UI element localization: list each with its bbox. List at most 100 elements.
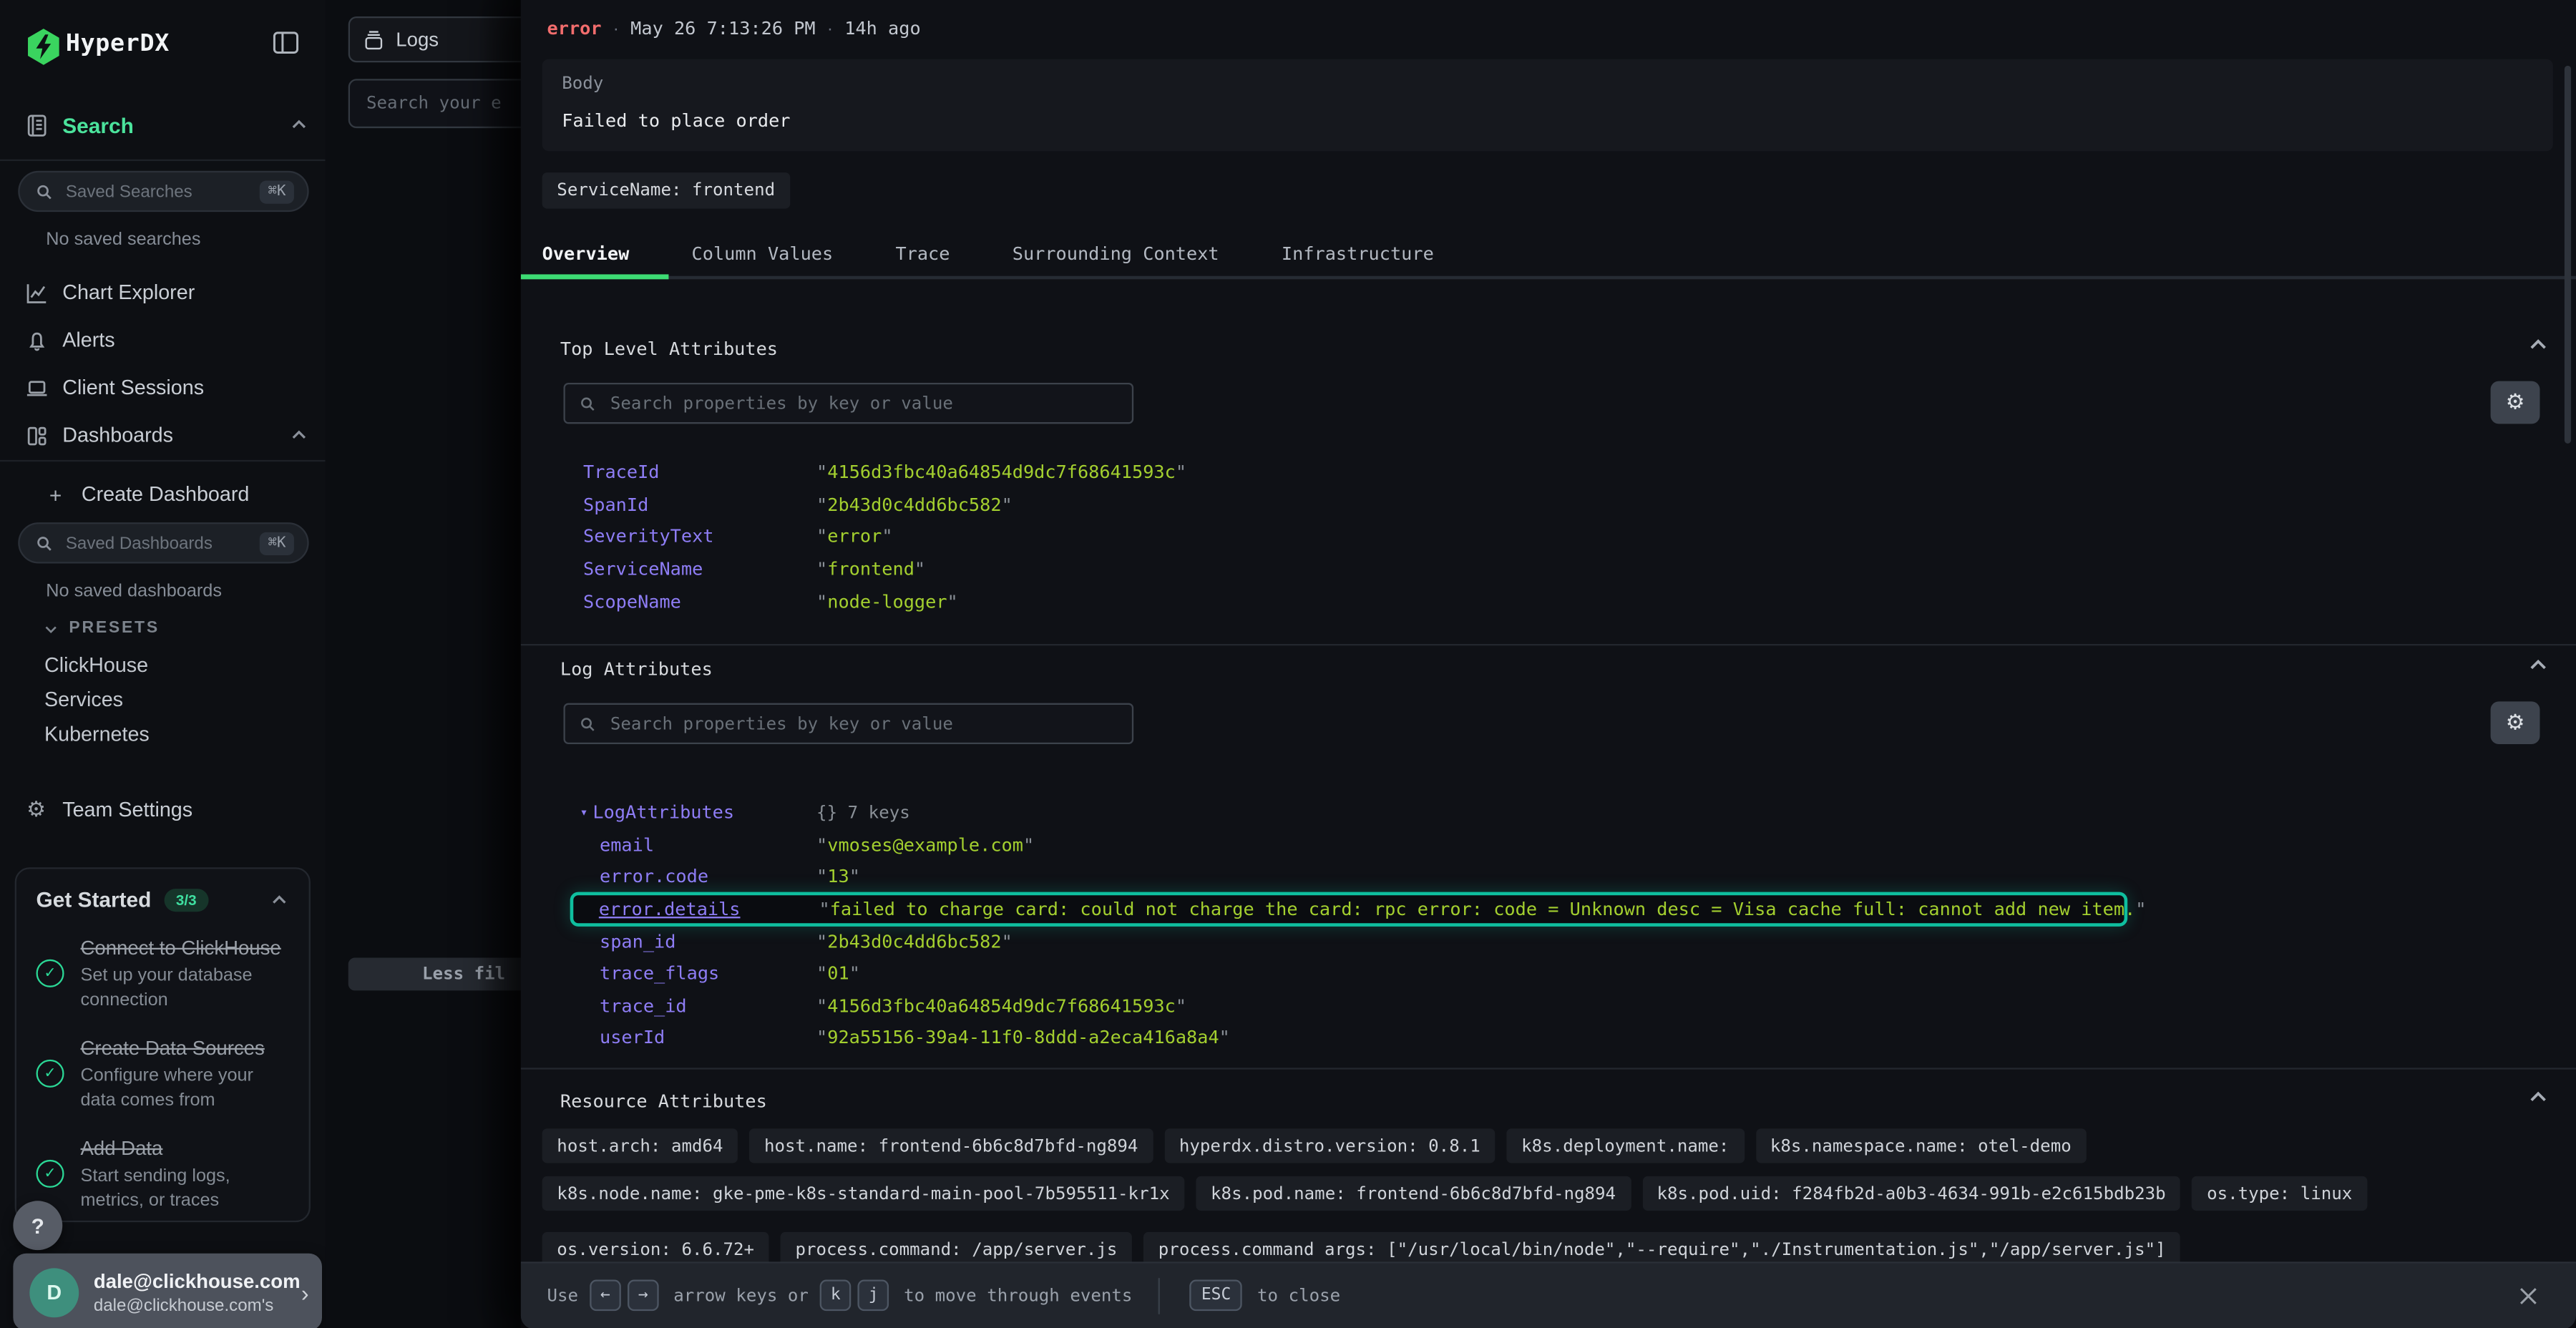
attr-row[interactable]: SpanId2b43d0c4dd6bc582	[583, 489, 1186, 521]
top-level-property-search[interactable]	[563, 383, 1133, 424]
sidebar-item-search[interactable]: Search	[16, 105, 309, 145]
get-started-title: Get Started	[36, 887, 152, 912]
tab-overview[interactable]: Overview	[542, 243, 630, 264]
attr-row[interactable]: trace_flags01	[567, 957, 2127, 990]
attr-row[interactable]: SeverityTexterror	[583, 521, 1186, 553]
tab-column-values[interactable]: Column Values	[692, 243, 834, 264]
event-search-box[interactable]	[348, 79, 521, 128]
brand-name[interactable]: HyperDX	[66, 31, 170, 58]
gear-icon[interactable]: ⚙	[2491, 381, 2540, 424]
divider	[0, 160, 326, 161]
get-started-progress-badge: 3/3	[165, 888, 208, 911]
tab-trace[interactable]: Trace	[895, 243, 950, 264]
close-icon[interactable]	[2517, 1284, 2540, 1307]
collapse-section-icon[interactable]	[2527, 1086, 2553, 1113]
gear-icon: ⚙	[16, 797, 56, 824]
preset-clickhouse[interactable]: ClickHouse	[44, 654, 148, 677]
create-dashboard-button[interactable]: + Create Dashboard	[49, 475, 250, 514]
saved-searches-search[interactable]: ⌘K	[18, 171, 308, 212]
sidebar-collapse-icon[interactable]	[271, 28, 304, 61]
divider	[521, 1068, 2576, 1069]
attr-row[interactable]: ServiceNamefrontend	[583, 553, 1186, 585]
no-saved-searches-note: No saved searches	[46, 230, 200, 250]
step-title: Connect to ClickHouse	[80, 937, 280, 960]
saved-searches-input[interactable]	[62, 180, 260, 202]
step-title: Create Data Sources	[80, 1037, 264, 1060]
resource-chip-row: k8s.node.name: gke-pme-k8s-standard-main…	[542, 1176, 2367, 1211]
sidebar-item-label: Chart Explorer	[62, 281, 195, 304]
less-filters-button[interactable]: Less fil	[348, 958, 521, 991]
sidebar-item-label: Alerts	[62, 328, 114, 351]
get-started-step[interactable]: ✓ Add Data Start sending logs, metrics, …	[36, 1133, 290, 1212]
resource-chip[interactable]: k8s.node.name: gke-pme-k8s-standard-main…	[542, 1176, 1185, 1211]
top-level-search-input[interactable]	[607, 392, 1117, 415]
attr-row[interactable]: TraceId4156d3fbc40a64854d9dc7f68641593c	[583, 456, 1186, 489]
get-started-step[interactable]: ✓ Create Data Sources Configure where yo…	[36, 1033, 290, 1112]
hyperdx-logo-icon[interactable]	[26, 28, 61, 66]
no-saved-dashboards-note: No saved dashboards	[46, 582, 222, 602]
saved-dashboards-search[interactable]: ⌘K	[18, 522, 308, 563]
user-menu[interactable]: D dale@clickhouse.com dale@clickhouse.co…	[13, 1254, 322, 1328]
resource-chip[interactable]: host.arch: amd64	[542, 1128, 738, 1163]
key-k: k	[820, 1280, 852, 1312]
tab-surrounding-context[interactable]: Surrounding Context	[1013, 243, 1219, 264]
preset-kubernetes[interactable]: Kubernetes	[44, 723, 150, 746]
check-circle-icon: ✓	[36, 1059, 64, 1087]
attr-row[interactable]: span_id2b43d0c4dd6bc582	[567, 925, 2127, 957]
attr-row[interactable]: error.code13	[567, 861, 2127, 893]
resource-chip[interactable]: os.type: linux	[2192, 1176, 2367, 1211]
tab-infrastructure[interactable]: Infrastructure	[1282, 243, 1434, 264]
chevron-up-icon[interactable]	[289, 115, 309, 135]
chevron-up-icon[interactable]	[270, 889, 290, 909]
attr-row-highlighted[interactable]: error.detailsfailed to charge card: coul…	[570, 892, 2128, 927]
scrollbar[interactable]	[2565, 66, 2571, 444]
attr-row[interactable]: emailvmoses@example.com	[567, 829, 2127, 861]
get-started-step[interactable]: ✓ Connect to ClickHouse Set up your data…	[36, 933, 290, 1012]
presets-label: PRESETS	[69, 620, 159, 638]
step-desc: Start sending logs, metrics, or traces	[80, 1165, 289, 1213]
sidebar-item-chart-explorer[interactable]: Chart Explorer	[16, 273, 309, 312]
resource-chip[interactable]: k8s.namespace.name: otel-demo	[1755, 1128, 2086, 1163]
resource-chip[interactable]: host.name: frontend-6b6c8d7bfd-ng894	[749, 1128, 1153, 1163]
chevron-up-icon[interactable]	[289, 426, 309, 446]
logs-source-icon	[363, 29, 384, 50]
resource-chip[interactable]: k8s.pod.name: frontend-6b6c8d7bfd-ng894	[1196, 1176, 1630, 1211]
hyperdx-app: HyperDX Search ⌘K No saved searches	[0, 0, 2576, 1328]
step-desc: Set up your database connection	[80, 965, 289, 1012]
check-circle-icon: ✓	[36, 959, 64, 987]
body-card: Body Failed to place order	[542, 59, 2553, 152]
gear-icon[interactable]: ⚙	[2491, 701, 2540, 744]
presets-toggle[interactable]: PRESETS	[43, 620, 160, 638]
attr-row[interactable]: userId92a55156-39a4-11f0-8ddd-a2eca416a8…	[567, 1022, 2127, 1054]
attr-row[interactable]: trace_id4156d3fbc40a64854d9dc7f68641593c	[567, 990, 2127, 1022]
sidebar-item-client-sessions[interactable]: Client Sessions	[16, 368, 309, 407]
sidebar-item-alerts[interactable]: Alerts	[16, 321, 309, 360]
attr-row[interactable]: ScopeNamenode-logger	[583, 585, 1186, 617]
help-button[interactable]: ?	[13, 1201, 62, 1250]
event-search-input[interactable]	[363, 92, 520, 115]
journal-icon	[16, 112, 56, 137]
source-select-value: Logs	[396, 28, 439, 51]
sidebar-item-dashboards[interactable]: Dashboards	[16, 416, 309, 455]
service-name-chip[interactable]: ServiceName: frontend	[542, 172, 790, 209]
collapse-section-icon[interactable]	[2527, 654, 2553, 680]
step-title: Add Data	[80, 1137, 162, 1160]
resource-chip[interactable]: hyperdx.distro.version: 0.8.1	[1164, 1128, 1495, 1163]
preset-services[interactable]: Services	[44, 688, 123, 711]
active-tab-indicator	[521, 274, 669, 279]
log-attrs-search-input[interactable]	[607, 712, 1117, 735]
saved-dashboards-input[interactable]	[62, 532, 260, 555]
keys-count: {} 7 keys	[816, 803, 910, 823]
sidebar-item-team-settings[interactable]: ⚙ Team Settings	[16, 790, 309, 829]
search-icon	[580, 716, 595, 732]
event-detail-panel: error · May 26 7:13:26 PM · 14h ago Body…	[521, 0, 2576, 1328]
log-attrs-property-search[interactable]	[563, 703, 1133, 744]
divider	[0, 460, 326, 462]
resource-chip[interactable]: k8s.deployment.name:	[1506, 1128, 1744, 1163]
resource-chip[interactable]: k8s.pod.uid: f284fb2d-a0b3-4634-991b-e2c…	[1642, 1176, 2181, 1211]
divider	[521, 644, 2576, 645]
tree-root-row[interactable]: ▾LogAttributes {} 7 keys	[567, 797, 2127, 829]
expander-icon[interactable]: ▾	[580, 806, 587, 821]
source-select[interactable]: Logs	[348, 16, 521, 62]
collapse-section-icon[interactable]	[2527, 333, 2553, 360]
